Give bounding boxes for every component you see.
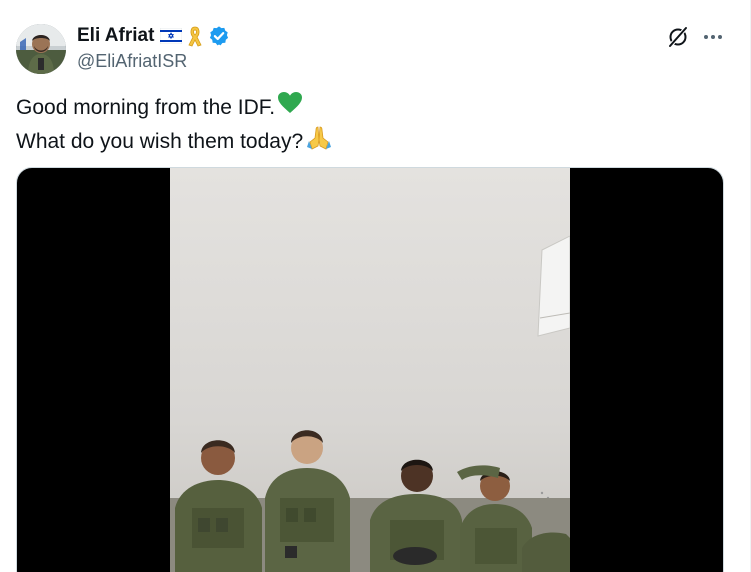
verified-badge-icon[interactable] <box>208 25 230 47</box>
author-info: Eli Afriat @EliAfriatISR <box>77 24 230 72</box>
tweet: Eli Afriat @EliAfriatISR Good morning fr… <box>0 0 751 572</box>
post-text: Good morning from the IDF. What do you w… <box>16 91 716 159</box>
video-frame[interactable] <box>170 168 570 572</box>
video-media[interactable] <box>16 167 724 572</box>
green-heart-icon <box>277 91 303 124</box>
avatar[interactable] <box>16 24 66 74</box>
post-line-2-text: What do you wish them today? <box>16 129 304 153</box>
handle[interactable]: @EliAfriatISR <box>77 51 230 72</box>
israel-flag-icon <box>160 27 183 45</box>
post-line-1: Good morning from the IDF. <box>16 91 716 124</box>
folded-hands-icon <box>305 124 333 159</box>
post-line-2: What do you wish them today? <box>16 124 716 159</box>
name-row: Eli Afriat <box>77 24 230 48</box>
avatar-image <box>16 24 66 74</box>
grok-icon[interactable] <box>666 25 690 49</box>
yellow-ribbon-icon <box>186 25 204 47</box>
display-name[interactable]: Eli Afriat <box>77 25 154 47</box>
post-line-1-text: Good morning from the IDF. <box>16 95 276 119</box>
more-icon[interactable] <box>700 25 726 49</box>
